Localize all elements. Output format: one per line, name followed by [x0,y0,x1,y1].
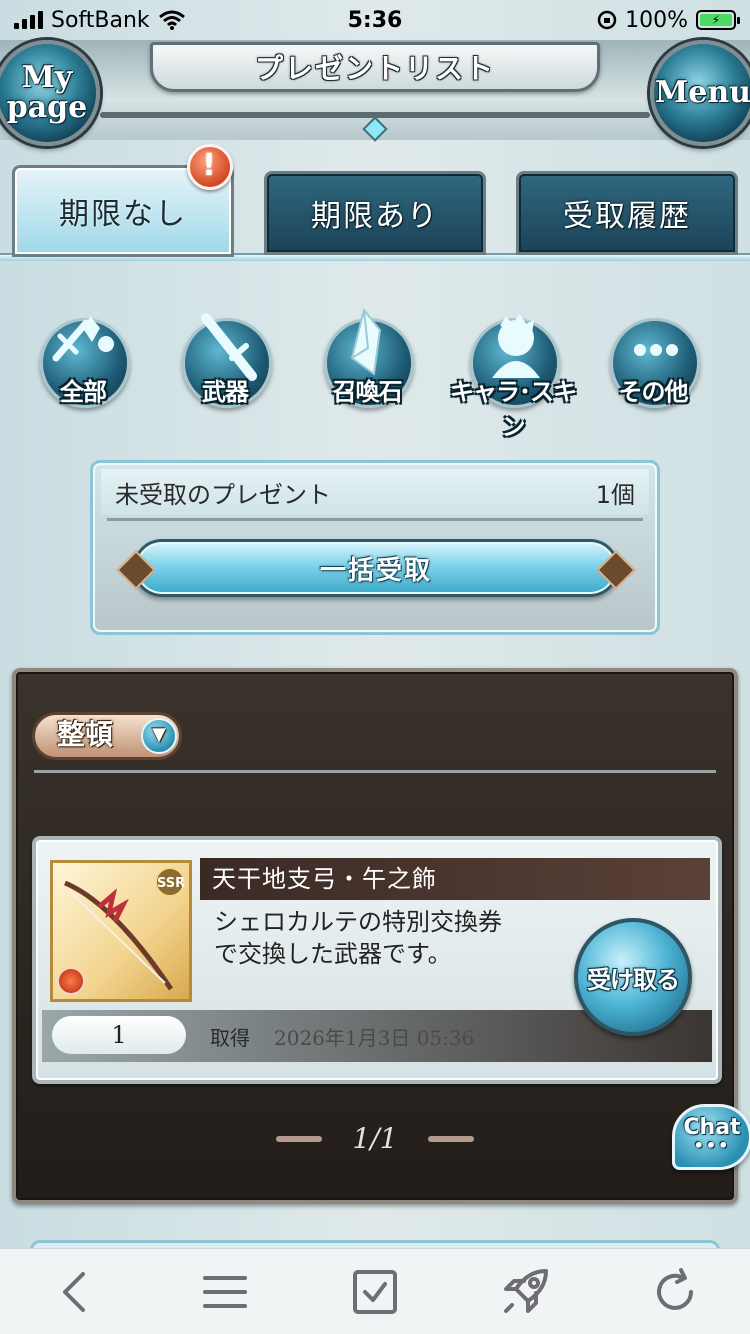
pagination: 1/1 [16,1122,734,1155]
unclaimed-label: 未受取のプレゼント [115,480,331,509]
page-indicator: 1/1 [352,1122,398,1155]
category-weapon[interactable]: 武器 [170,308,280,418]
alert-badge: ! [187,144,233,190]
mypage-label-line1: My [21,60,73,95]
tab-history[interactable]: 受取履歴 [516,171,738,255]
category-other-label: その他 [618,378,689,406]
item-description: シェロカルテの特別交換券 で交換した武器です。 [214,906,574,970]
unclaimed-divider [107,518,643,521]
chat-button[interactable]: Chat ••• [672,1104,750,1170]
wifi-icon [158,10,185,30]
pager-ornament-right [427,1135,474,1142]
item-name: 天干地支弓・午之飾 [200,858,710,900]
category-summon[interactable]: 召喚石 [312,308,422,418]
unclaimed-count: 1個 [595,480,635,509]
acquired-label: 取得 [210,1026,250,1050]
list-item: SSR 天干地支弓・午之飾 シェロカルテの特別交換券 で交換した武器です。 1 … [32,836,722,1084]
item-description-line2: で交換した武器です。 [214,940,452,968]
receive-button-label: 受け取る [587,965,680,994]
category-all-label: 全部 [60,378,107,406]
category-character-skin[interactable]: キャラ･スキン [450,308,577,441]
tab-no-expiry-label: 期限なし [59,197,187,232]
present-list-panel: 整頓 ▼ SSR 天干地支弓・午之飾 シェロカルテの特別交換券 で交換した武器で… [12,668,738,1204]
checkbox-icon [353,1269,397,1314]
chat-dots-icon: ••• [693,1136,731,1155]
back-icon [63,1271,85,1312]
tab-bar: 期限なし ! 期限あり 受取履歴 [0,144,750,265]
back-button[interactable] [45,1262,105,1322]
status-left: SoftBank [14,8,186,33]
header-bar: My page プレゼントリスト Menu [0,40,750,146]
tab-with-expiry-label: 期限あり [311,199,439,234]
all-items-icon [52,316,114,362]
pager-ornament-left [276,1135,323,1142]
reload-icon [657,1267,693,1310]
mypage-button[interactable]: My page [0,40,100,146]
battery-icon: ⚡ [696,10,740,30]
title-gem-ornament [362,116,388,142]
status-bar: SoftBank 5:36 100% ⚡ [0,0,750,40]
chevron-down-icon: ▼ [141,718,177,754]
menu-button[interactable]: Menu [650,40,750,146]
page-title: プレゼントリスト [150,42,600,92]
rocket-icon [504,1268,548,1313]
signal-icon [14,11,43,29]
carrier-label: SoftBank [51,7,150,33]
rarity-badge: SSR [155,867,185,897]
status-right: 100% ⚡ [597,7,740,33]
receive-button[interactable]: 受け取る [574,918,692,1036]
orientation-lock-icon [597,10,617,30]
tab-with-expiry[interactable]: 期限あり [264,171,486,255]
item-quantity: 1 [52,1016,186,1054]
tab-no-expiry[interactable]: 期限なし ! [12,144,234,257]
bulk-receive-label: 一括受取 [319,555,432,586]
bookmark-check-button[interactable] [345,1262,405,1322]
unclaimed-panel: 未受取のプレゼント 1個 一括受取 [90,460,660,635]
tab-history-label: 受取履歴 [563,199,691,234]
category-weapon-label: 武器 [202,378,249,406]
menu-list-button[interactable] [195,1262,255,1322]
menu-icon [203,1275,247,1308]
reload-button[interactable] [645,1262,705,1322]
fire-element-icon [57,967,85,995]
category-filter-row: 全部 武器 召喚石 キャラ･スキン その他 [0,300,750,441]
list-divider [34,770,716,773]
sort-label: 整頓 [57,718,114,751]
bulk-receive-button[interactable]: 一括受取 [133,539,619,597]
category-summon-label: 召喚石 [332,378,403,406]
category-all[interactable]: 全部 [28,308,138,418]
rocket-button[interactable] [495,1262,555,1322]
item-description-line1: シェロカルテの特別交換券 [214,908,502,936]
category-other[interactable]: その他 [598,308,708,418]
mypage-label-line2: page [6,90,88,125]
unclaimed-header: 未受取のプレゼント 1個 [101,469,649,515]
battery-percent: 100% [625,7,688,33]
category-character-label: キャラ･スキン [450,378,577,441]
menu-button-label: Menu [655,75,750,110]
item-thumbnail[interactable]: SSR [50,860,192,1002]
browser-toolbar [0,1248,750,1334]
sort-button[interactable]: 整頓 ▼ [32,712,182,760]
acquired-date: 2026年1月3日 05:36 [274,1026,475,1050]
